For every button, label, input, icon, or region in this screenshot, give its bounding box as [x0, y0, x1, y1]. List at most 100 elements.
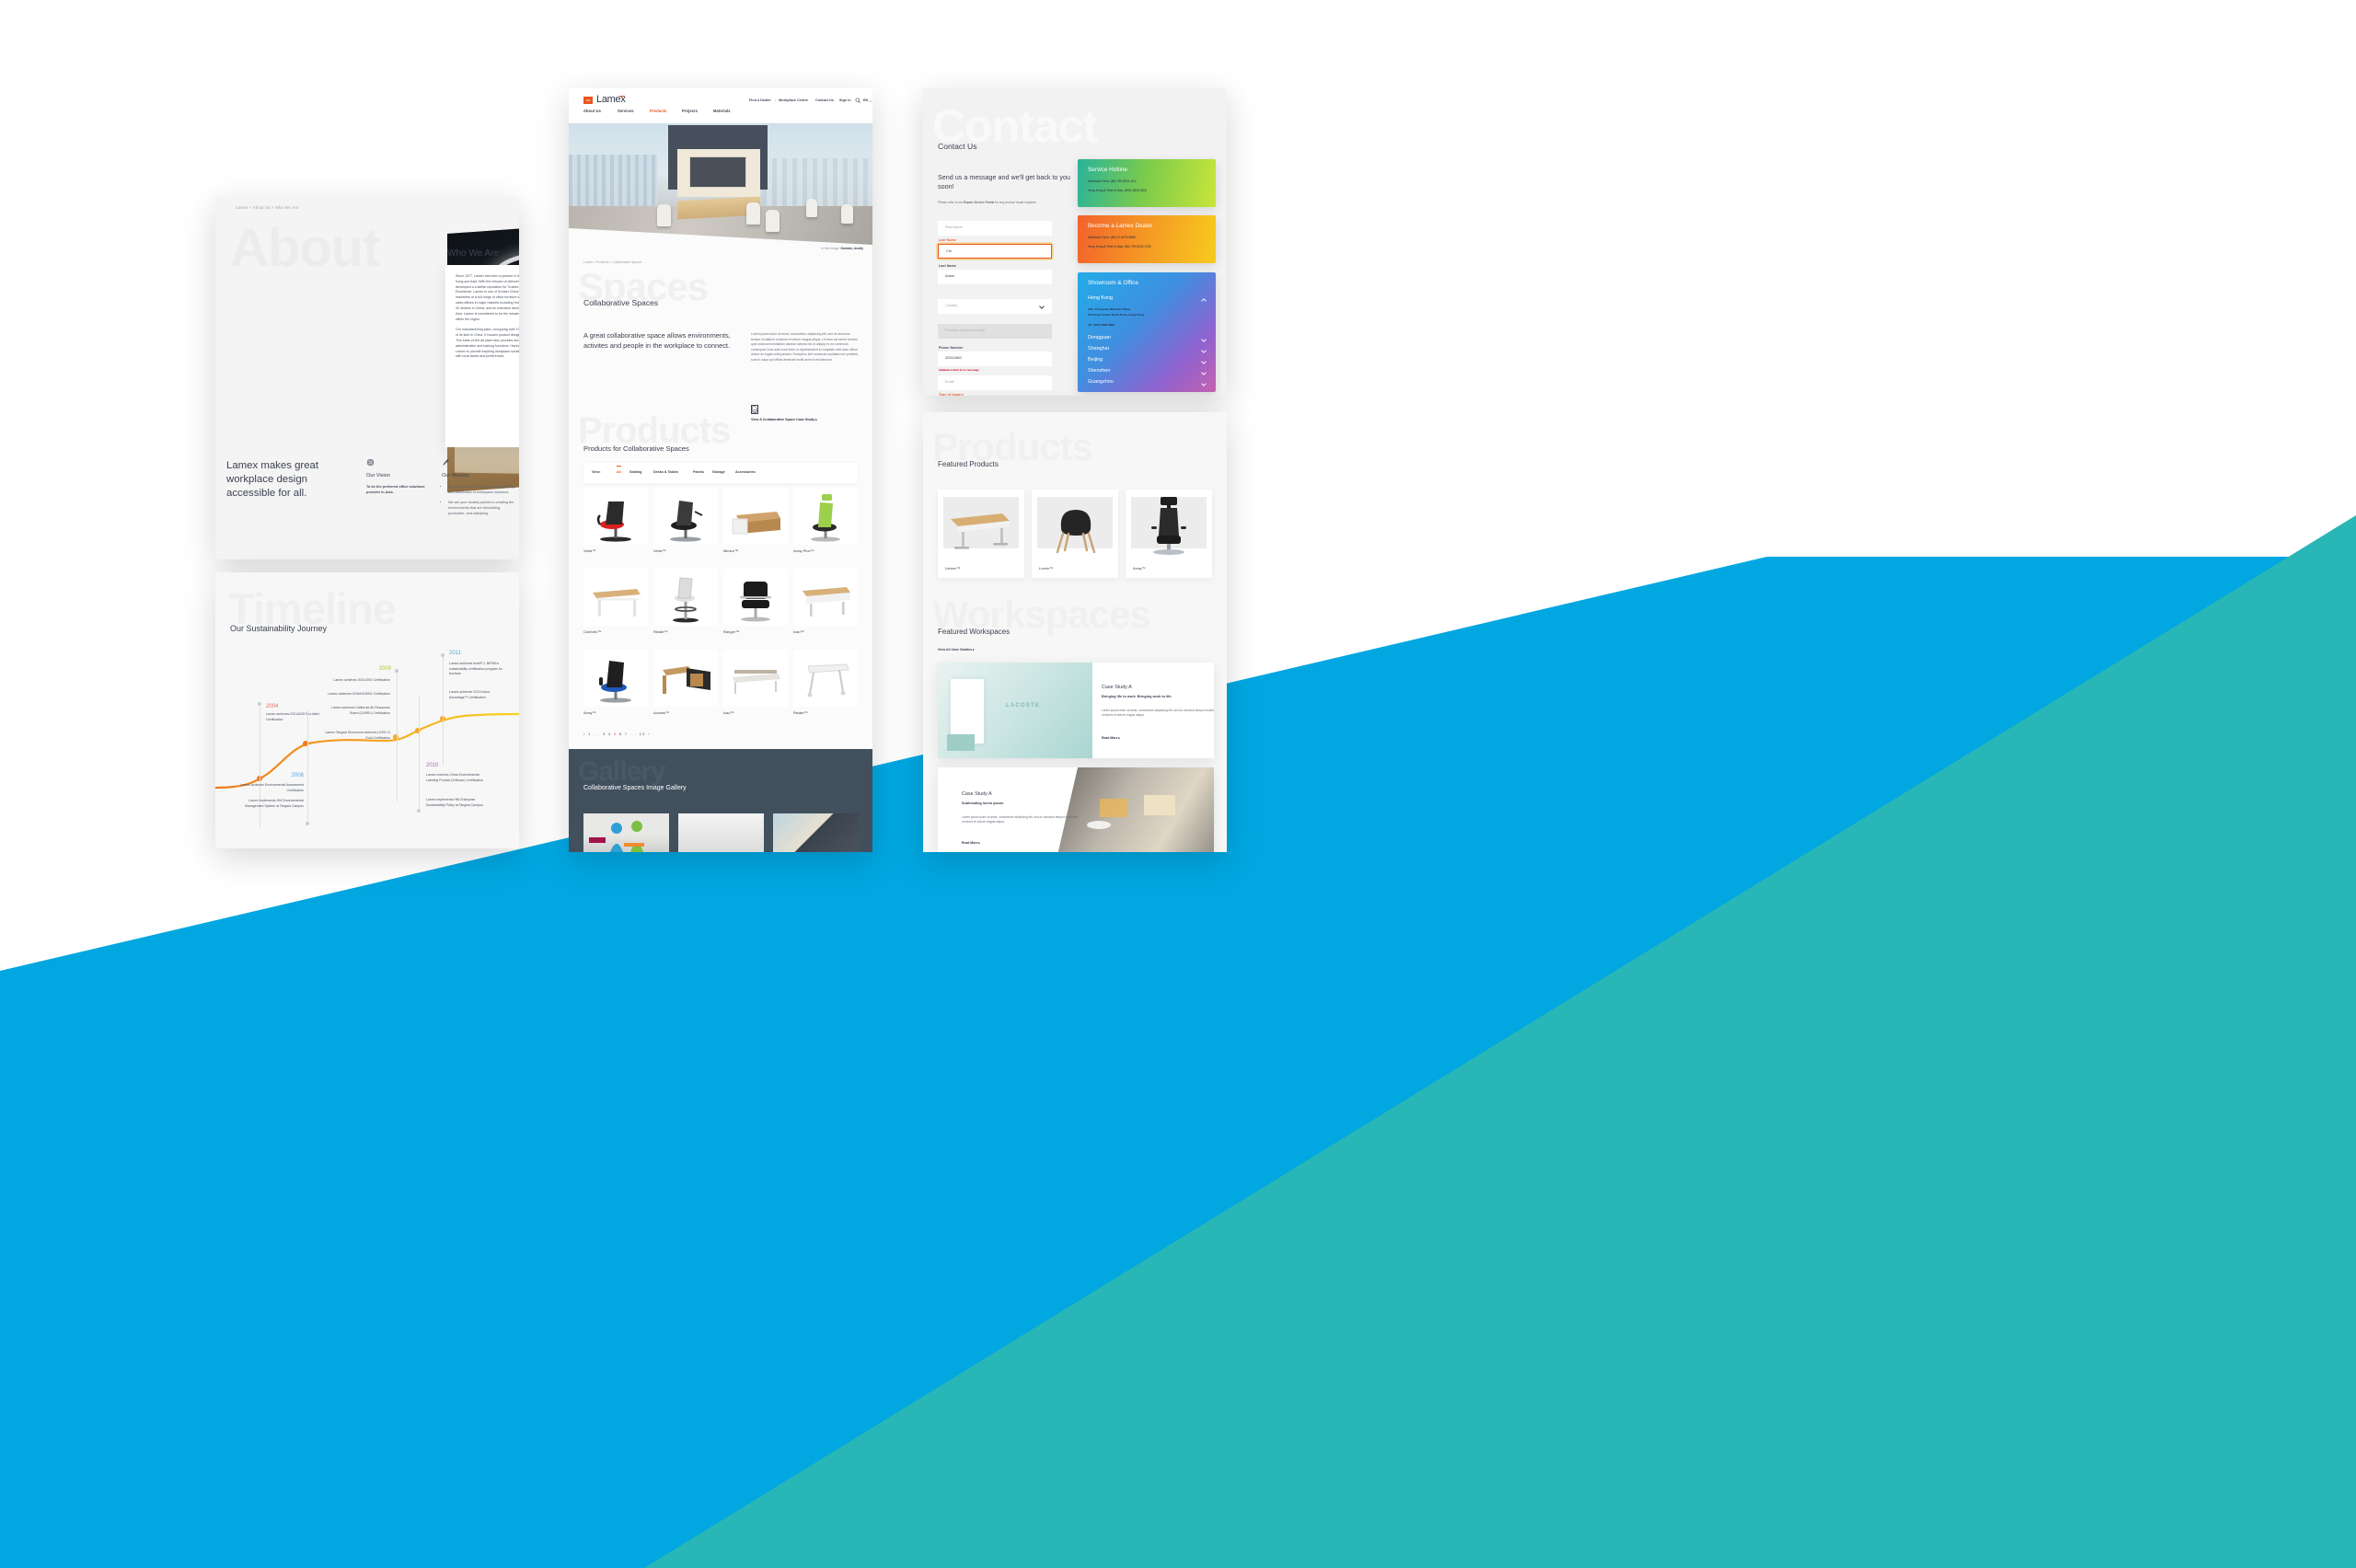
- product-card[interactable]: Mimeo™: [723, 488, 788, 553]
- product-image: [793, 650, 858, 707]
- case-study-image: [1056, 767, 1214, 852]
- view-case-study-link[interactable]: View A Collaborative Space Case Study ▸: [751, 418, 817, 421]
- filter-seating[interactable]: Seating: [629, 470, 641, 474]
- first-name-field[interactable]: First Name: [938, 221, 1052, 236]
- primary-nav[interactable]: About Us Services Products Projects Mate…: [569, 109, 872, 121]
- util-sign-in[interactable]: Sign In: [839, 98, 851, 102]
- showroom-city-shenzhen[interactable]: Shenzhen: [1088, 368, 1110, 374]
- product-card[interactable]: Array Plus™: [793, 488, 858, 553]
- collaborative-spaces-page-mockup[interactable]: HNI Lamex Find a Dealer | Workplace Cent…: [569, 88, 872, 852]
- filter-panels[interactable]: Panels: [693, 470, 704, 474]
- timeline-page-mockup[interactable]: Timeline Our Sustainability Journey 2004…: [215, 572, 519, 848]
- product-filter-bar[interactable]: View: All Seating Desks & Tables Panels …: [583, 463, 858, 483]
- util-contact-us[interactable]: Contact Us: [815, 98, 834, 102]
- pagination-page[interactable]: 3: [603, 732, 606, 736]
- showroom-city-guangzhou[interactable]: Guangzhou: [1088, 379, 1114, 385]
- products-page-mockup[interactable]: Products Featured Products Limber™ Lorem…: [923, 412, 1227, 852]
- product-card[interactable]: Array™: [583, 650, 648, 715]
- seating-decor: [1144, 795, 1175, 815]
- contact-page-mockup[interactable]: Contact Contact Us Send us a message and…: [923, 88, 1227, 396]
- pagination-page[interactable]: 1: [588, 732, 592, 736]
- contact-headline: Send us a message and we'll get back to …: [938, 173, 1071, 190]
- read-more-link[interactable]: Read More ▸: [1102, 736, 1120, 740]
- read-more-link[interactable]: Read More ▸: [962, 841, 980, 845]
- pagination-current[interactable]: 5: [614, 732, 618, 736]
- hni-logo-icon[interactable]: HNI: [583, 97, 593, 104]
- case-study-card[interactable]: Case Study A Subheading lorem ipsum Lore…: [938, 767, 1214, 852]
- pagination-page[interactable]: 4: [608, 732, 612, 736]
- showroom-city-dongguan[interactable]: Dongguan: [1088, 335, 1111, 340]
- gallery-thumb[interactable]: [583, 813, 669, 852]
- chevron-down-icon[interactable]: [1201, 348, 1207, 353]
- showroom-tel: Tel: (852) 2828 6888: [1088, 323, 1114, 327]
- showroom-city-shanghai[interactable]: Shanghai: [1088, 346, 1109, 352]
- email-field[interactable]: Email: [938, 375, 1052, 390]
- showroom-city-beijing[interactable]: Beijing: [1088, 357, 1103, 363]
- pagination-prev[interactable]: ‹: [583, 732, 586, 736]
- search-icon[interactable]: [855, 98, 860, 103]
- product-image: [583, 650, 648, 707]
- language-selector[interactable]: EN: [863, 98, 868, 102]
- in-this-image-products[interactable]: Domain, Acuity: [840, 247, 863, 250]
- gallery-thumb[interactable]: [773, 813, 859, 852]
- case-study-card[interactable]: LACOSTE Case Study A Bringing life to wo…: [938, 663, 1214, 758]
- featured-product-card[interactable]: Lorem™: [1032, 490, 1118, 578]
- nav-about-us[interactable]: About Us: [583, 109, 601, 113]
- product-card[interactable]: Conforto™: [583, 569, 648, 634]
- chevron-down-icon[interactable]: [869, 99, 872, 103]
- util-workplace-centre[interactable]: Workplace Centre: [779, 98, 808, 102]
- pagination-page[interactable]: 10: [640, 732, 646, 736]
- phone-number-field[interactable]: 32042ABC: [938, 352, 1052, 366]
- product-image: [653, 569, 718, 626]
- filter-accessories[interactable]: Accessories: [735, 470, 756, 474]
- nav-materials[interactable]: Materials: [713, 109, 731, 113]
- pagination-page[interactable]: 6: [619, 732, 623, 736]
- nav-projects[interactable]: Projects: [682, 109, 698, 113]
- product-card[interactable]: Relate™: [653, 569, 718, 634]
- chair-decor: [841, 204, 853, 224]
- dealer-mainland: Mainland China: (86) 21 6278 8888: [1088, 236, 1216, 239]
- product-card[interactable]: Verta™: [583, 488, 648, 553]
- pagination[interactable]: ‹ 1 ... 3 4 5 6 7 ... 10 ›: [583, 732, 651, 736]
- timeline-year: 2004: [266, 704, 279, 709]
- logo-mark-text: HNI: [585, 98, 591, 102]
- showroom-city-hong-kong[interactable]: Hong Kong: [1088, 295, 1113, 301]
- repair-service-portal-link[interactable]: Repair Service Portal: [964, 201, 994, 204]
- product-card[interactable]: Verta™: [653, 488, 718, 553]
- chevron-down-icon[interactable]: [1201, 337, 1207, 342]
- products-section-heading: Products for Collaborative Spaces: [583, 444, 689, 453]
- lead-paragraph: A great collaborative space allows envir…: [583, 331, 731, 350]
- product-card[interactable]: Icao™: [723, 650, 788, 715]
- filter-storage[interactable]: Storage: [712, 470, 725, 474]
- nav-products[interactable]: Products: [650, 109, 667, 113]
- chevron-up-icon[interactable]: [1201, 298, 1207, 304]
- gallery-thumb[interactable]: [678, 813, 764, 852]
- product-card[interactable]: Relate™: [793, 650, 858, 715]
- featured-product-card[interactable]: Array™: [1126, 490, 1212, 578]
- chevron-down-icon[interactable]: [1201, 370, 1207, 375]
- chevron-down-icon[interactable]: [1201, 359, 1207, 364]
- last-name-focused-field[interactable]: Chr: [938, 244, 1052, 259]
- repair-note-suffix: for any product repair inquiries.: [994, 201, 1037, 204]
- nav-services[interactable]: Services: [618, 109, 634, 113]
- util-find-a-dealer[interactable]: Find a Dealer: [749, 98, 771, 102]
- about-page-mockup[interactable]: Lamex > About Us > Who We Are About Who …: [215, 197, 519, 559]
- timeline-year: 2009: [378, 666, 391, 672]
- chevron-down-icon[interactable]: [1201, 381, 1207, 386]
- last-name-field[interactable]: Adam: [938, 270, 1052, 284]
- view-all-case-studies-link[interactable]: View All Case Studies ▸: [938, 648, 975, 651]
- lamex-wordmark[interactable]: Lamex: [596, 94, 626, 105]
- product-name: Array™: [1133, 566, 1146, 571]
- pagination-page[interactable]: 7: [625, 732, 629, 736]
- product-name: Array Plus™: [793, 548, 814, 553]
- product-card[interactable]: Icao™: [793, 569, 858, 634]
- filter-desks-tables[interactable]: Desks & Tables: [653, 470, 678, 474]
- showroom-office-card[interactable]: Showroom & Office Hong Kong 22/F, Prospe…: [1078, 272, 1216, 392]
- featured-product-card[interactable]: Limber™: [938, 490, 1024, 578]
- product-card[interactable]: Ranger™: [723, 569, 788, 634]
- filter-all[interactable]: All: [617, 466, 621, 474]
- product-card[interactable]: Access™: [653, 650, 718, 715]
- pagination-next[interactable]: ›: [648, 732, 651, 736]
- country-select[interactable]: Country: [938, 299, 1052, 314]
- product-image: [653, 650, 718, 707]
